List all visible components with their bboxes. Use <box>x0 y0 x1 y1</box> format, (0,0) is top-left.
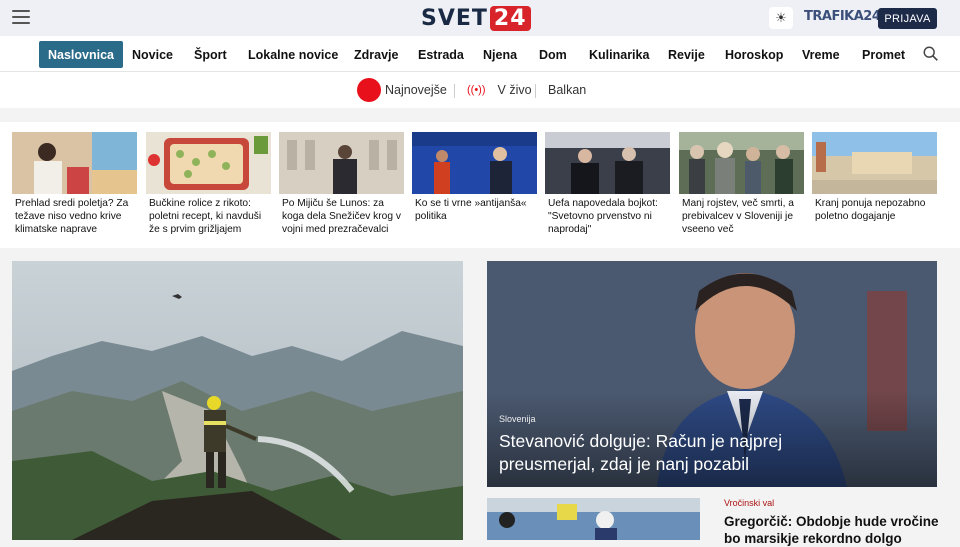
teaser-card[interactable]: Kranj ponuja nepozabno poletno dogajanje <box>812 132 937 223</box>
logo-text: SVET <box>421 5 488 31</box>
divider <box>535 84 536 98</box>
teaser-strip: Prehlad sredi poletja? Za težave niso ve… <box>0 122 960 248</box>
subnav-live[interactable]: ((•)) V živo <box>467 72 532 108</box>
nav-item-vreme[interactable]: Vreme <box>802 41 840 68</box>
menu-icon[interactable] <box>12 10 30 26</box>
sun-icon[interactable]: ☀ <box>769 7 793 29</box>
subnav-latest-label: Najnovejše <box>385 83 447 97</box>
subnav-latest[interactable]: Najnovejše <box>357 72 447 108</box>
login-button[interactable]: PRIJAVA <box>878 8 937 29</box>
hero-feature[interactable]: Slovenija Stevanović dolguje: Račun je n… <box>487 261 937 487</box>
teaser-card[interactable]: Ko se ti vrne »antijanša« politika <box>412 132 537 223</box>
hero-category[interactable]: Slovenija <box>499 414 536 424</box>
teaser-title: Uefa napovedala bojkot: "Svetovno prvens… <box>548 198 658 235</box>
hero-image-left[interactable] <box>12 261 463 540</box>
nav-item-novice[interactable]: Novice <box>132 41 173 68</box>
subnav-live-label: V živo <box>497 83 532 97</box>
teaser-image <box>146 132 271 194</box>
sub-nav: Najnovejše ((•)) V živo Balkan <box>0 72 960 108</box>
teaser-card[interactable]: Bučkine rolice z rikoto: poletni recept,… <box>146 132 271 236</box>
teaser-image <box>412 132 537 194</box>
subnav-balkan[interactable]: Balkan <box>548 72 586 108</box>
teaser-title: Bučkine rolice z rikoto: poletni recept,… <box>149 198 262 235</box>
nav-item-horoskop[interactable]: Horoskop <box>725 41 783 68</box>
nav-item-njena[interactable]: Njena <box>483 41 517 68</box>
top-bar: SVET 24 ☀ TRAFIKA24 PRIJAVA <box>0 0 960 36</box>
teaser-card[interactable]: Manj rojstev, več smrti, a prebivalcev v… <box>679 132 804 236</box>
hero-title[interactable]: Stevanović dolguje: Račun je najprej pre… <box>499 430 819 476</box>
article-thumb[interactable] <box>487 498 700 540</box>
teaser-image <box>545 132 670 194</box>
teaser-card[interactable]: Prehlad sredi poletja? Za težave niso ve… <box>12 132 137 236</box>
teaser-title: Manj rojstev, več smrti, a prebivalcev v… <box>682 198 794 235</box>
nav-item-sport[interactable]: Šport <box>194 41 227 68</box>
broadcast-icon: ((•)) <box>467 84 486 96</box>
divider <box>454 84 455 98</box>
nav-item-dom[interactable]: Dom <box>539 41 567 68</box>
teaser-title: Kranj ponuja nepozabno poletno dogajanje <box>815 198 926 222</box>
article-title[interactable]: Gregorčič: Obdobje hude vročine bo marsi… <box>724 513 944 547</box>
nav-item-lokalne[interactable]: Lokalne novice <box>248 41 338 68</box>
teaser-card[interactable]: Po Mijiču še Lunos: za koga dela Snežiče… <box>279 132 404 236</box>
nav-item-kulinarika[interactable]: Kulinarika <box>589 41 649 68</box>
nav-item-revije[interactable]: Revije <box>668 41 705 68</box>
nav-item-zdravje[interactable]: Zdravje <box>354 41 398 68</box>
teaser-title: Ko se ti vrne »antijanša« politika <box>415 198 527 222</box>
teaser-image <box>279 132 404 194</box>
teaser-image <box>12 132 137 194</box>
trafika-link[interactable]: TRAFIKA24 <box>804 9 881 24</box>
main-nav: Naslovnica Novice Šport Lokalne novice Z… <box>0 36 960 72</box>
site-logo[interactable]: SVET 24 <box>421 5 531 31</box>
teaser-image <box>679 132 804 194</box>
nav-item-estrada[interactable]: Estrada <box>418 41 464 68</box>
latest-dot-icon <box>357 78 381 102</box>
search-icon[interactable] <box>922 45 940 63</box>
logo-number: 24 <box>489 5 531 31</box>
article-category[interactable]: Vročinski val <box>724 498 774 508</box>
nav-item-promet[interactable]: Promet <box>862 41 905 68</box>
teaser-title: Prehlad sredi poletja? Za težave niso ve… <box>15 198 129 235</box>
teaser-image <box>812 132 937 194</box>
teaser-card[interactable]: Uefa napovedala bojkot: "Svetovno prvens… <box>545 132 670 236</box>
nav-item-naslovnica[interactable]: Naslovnica <box>39 41 124 68</box>
teaser-title: Po Mijiču še Lunos: za koga dela Snežiče… <box>282 198 401 235</box>
